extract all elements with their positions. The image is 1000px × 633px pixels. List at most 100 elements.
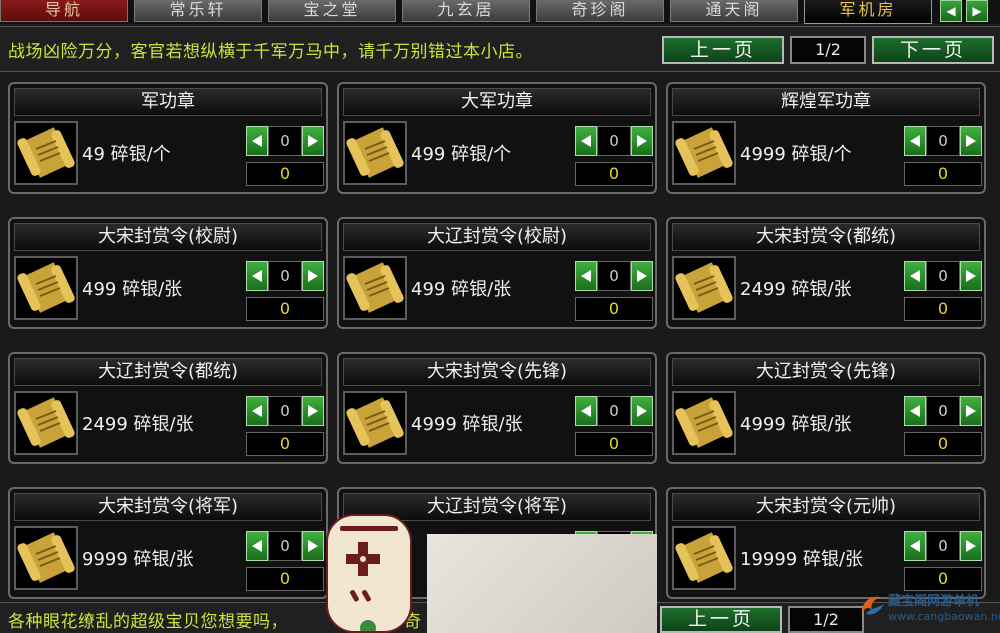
prev-page-button[interactable]: 上一页: [662, 36, 784, 64]
item-icon-frame[interactable]: [14, 121, 78, 185]
watermark-url: www.cangbaowan.net: [888, 610, 1000, 623]
quantity-stepper: 0: [246, 126, 326, 156]
increase-button[interactable]: [960, 396, 982, 426]
next-page-button[interactable]: 下一页: [872, 36, 994, 64]
quantity-input[interactable]: 0: [926, 396, 960, 426]
item-icon-frame[interactable]: [672, 391, 736, 455]
item-total: 0: [246, 432, 324, 456]
decrease-button[interactable]: [904, 126, 926, 156]
decrease-button[interactable]: [246, 396, 268, 426]
increase-button[interactable]: [302, 126, 324, 156]
quantity-stepper: 0: [575, 126, 655, 156]
footer-text: 各种眼花缭乱的超级宝贝您想要吗，: [8, 612, 288, 632]
item-name: 大辽封赏令(都统): [14, 358, 322, 386]
item-card: 大辽封赏令(校尉) 499 碎银/张 0 0: [337, 217, 657, 329]
quantity-input[interactable]: 0: [926, 261, 960, 291]
increase-button[interactable]: [631, 261, 653, 291]
quantity-input[interactable]: 0: [926, 126, 960, 156]
quantity-stepper: 0: [575, 261, 655, 291]
item-name: 辉煌军功章: [672, 88, 980, 116]
item-name: 大军功章: [343, 88, 651, 116]
decrease-button[interactable]: [904, 396, 926, 426]
item-total: 0: [246, 162, 324, 186]
increase-button[interactable]: [960, 126, 982, 156]
item-card: 大宋封赏令(都统) 2499 碎银/张 0 0: [666, 217, 986, 329]
item-icon-frame[interactable]: [343, 391, 407, 455]
decrease-button[interactable]: [246, 126, 268, 156]
quantity-input[interactable]: 0: [268, 261, 302, 291]
tab-nav[interactable]: 导航: [0, 0, 128, 22]
watermark: 藏宝阁网游单机 www.cangbaowan.net: [858, 586, 1000, 630]
quantity-input[interactable]: 0: [268, 531, 302, 561]
increase-button[interactable]: [960, 531, 982, 561]
page-indicator: 1/2: [790, 36, 866, 64]
quantity-stepper: 0: [246, 531, 326, 561]
footer-prev-page-button[interactable]: 上一页: [660, 606, 782, 633]
gamepad-icon: [340, 526, 398, 633]
flame-logo-icon: [862, 596, 884, 615]
item-icon-frame[interactable]: [14, 526, 78, 590]
decrease-button[interactable]: [246, 531, 268, 561]
item-name: 军功章: [14, 88, 322, 116]
item-name: 大宋封赏令(将军): [14, 493, 322, 521]
increase-button[interactable]: [302, 396, 324, 426]
decrease-button[interactable]: [575, 396, 597, 426]
tab-tongtiange[interactable]: 通天阁: [670, 0, 798, 22]
watermark-brand: 藏宝阁网游单机: [888, 594, 980, 609]
item-icon-frame[interactable]: [672, 121, 736, 185]
quantity-input[interactable]: 0: [597, 396, 631, 426]
item-icon-frame[interactable]: [672, 256, 736, 320]
item-name: 大宋封赏令(校尉): [14, 223, 322, 251]
quantity-input[interactable]: 0: [597, 126, 631, 156]
item-icon-frame[interactable]: [343, 121, 407, 185]
scroll-icon: [674, 127, 734, 187]
shop-slogan: 战场凶险万分，客官若想纵横于千军万马中，请千万别错过本小店。: [8, 42, 533, 62]
tab-qizhenge[interactable]: 奇珍阁: [536, 0, 664, 22]
item-price: 2499 碎银/张: [82, 414, 194, 435]
decrease-button[interactable]: [246, 261, 268, 291]
decrease-button[interactable]: [575, 126, 597, 156]
quantity-input[interactable]: 0: [268, 126, 302, 156]
quantity-input[interactable]: 0: [926, 531, 960, 561]
item-total: 0: [246, 567, 324, 591]
tab-junjifang[interactable]: 军机房: [804, 0, 932, 24]
item-total: 0: [904, 297, 982, 321]
item-card: 大宋封赏令(校尉) 499 碎银/张 0 0: [8, 217, 328, 329]
item-name: 大宋封赏令(先锋): [343, 358, 651, 386]
item-price: 499 碎银/个: [411, 144, 512, 165]
scroll-icon: [345, 127, 405, 187]
tab-changlexuan[interactable]: 常乐轩: [134, 0, 262, 22]
increase-button[interactable]: [302, 261, 324, 291]
tab-scroll-left-button[interactable]: ◀: [940, 0, 962, 22]
quantity-stepper: 0: [575, 396, 655, 426]
quantity-input[interactable]: 0: [268, 396, 302, 426]
item-price: 499 碎银/张: [82, 279, 183, 300]
tab-scroll-right-button[interactable]: ▶: [966, 0, 988, 22]
item-card: 大辽封赏令(都统) 2499 碎银/张 0 0: [8, 352, 328, 464]
item-total: 0: [575, 297, 653, 321]
item-price: 9999 碎银/张: [82, 549, 194, 570]
tab-jiuxuanju[interactable]: 九玄居: [402, 0, 530, 22]
item-card: 大宋封赏令(先锋) 4999 碎银/张 0 0: [337, 352, 657, 464]
scroll-icon: [16, 532, 76, 592]
quantity-input[interactable]: 0: [597, 261, 631, 291]
increase-button[interactable]: [302, 531, 324, 561]
quantity-stepper: 0: [246, 261, 326, 291]
decrease-button[interactable]: [904, 261, 926, 291]
tab-baozhitang[interactable]: 宝之堂: [268, 0, 396, 22]
increase-button[interactable]: [960, 261, 982, 291]
decrease-button[interactable]: [904, 531, 926, 561]
item-total: 0: [904, 162, 982, 186]
decrease-button[interactable]: [575, 261, 597, 291]
item-icon-frame[interactable]: [14, 391, 78, 455]
item-total: 0: [246, 297, 324, 321]
scroll-icon: [16, 262, 76, 322]
item-icon-frame[interactable]: [14, 256, 78, 320]
item-icon-frame[interactable]: [343, 256, 407, 320]
arrow-right-icon: ▶: [972, 4, 982, 18]
increase-button[interactable]: [631, 396, 653, 426]
item-icon-frame[interactable]: [672, 526, 736, 590]
item-card: 大军功章 499 碎银/个 0 0: [337, 82, 657, 194]
increase-button[interactable]: [631, 126, 653, 156]
gamepad-sticker: [326, 514, 412, 633]
